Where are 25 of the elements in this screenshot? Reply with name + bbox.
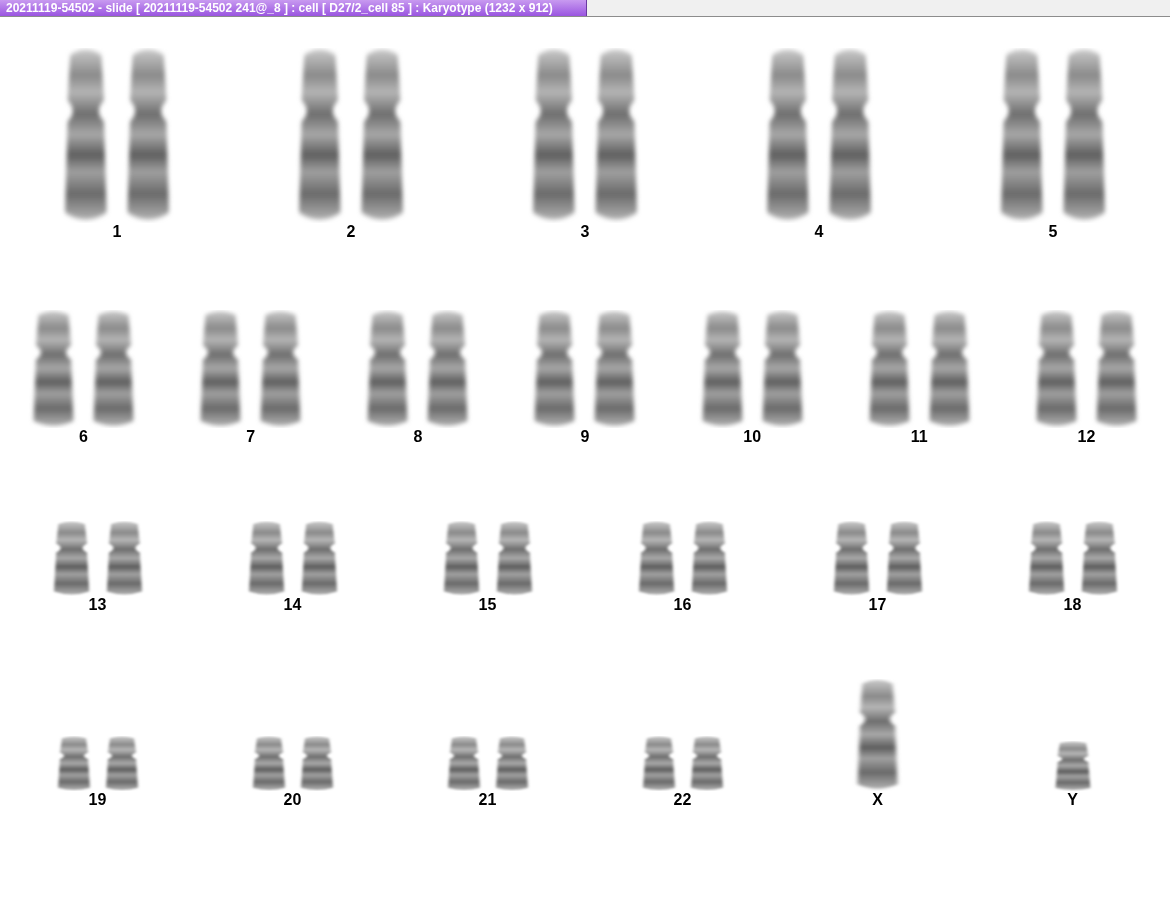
chromosome-label: 6 [79,428,88,446]
window-title: 20211119-54502 - slide [ 20211119-54502 241@_8 ] : cell [ D27/2_cell 85 ] : Karyotype (1232 x 912) [0,0,587,16]
chromosome-label: 16 [673,596,692,614]
chromosome-label: 18 [1063,596,1082,614]
chromosome-label: 12 [1077,428,1096,446]
chromosome-label: X [872,791,883,809]
chromosome-label: 15 [478,596,497,614]
chromosome-label: 2 [346,223,356,241]
chromosome-label: 11 [910,428,928,446]
chromosome-label: 8 [413,428,423,446]
chromosome-label: 1 [112,223,122,241]
chromosome-label: 14 [283,596,302,614]
chromosome-label: 22 [673,791,692,809]
chromosome-label: 7 [246,428,256,446]
chromosome-label: Y [1067,791,1078,809]
chromosome-label: 5 [1048,223,1058,241]
chromosome-label: 19 [88,791,107,809]
chromosome-label: 21 [478,791,497,809]
chromosome-label: 13 [88,596,107,614]
chromosome-label: 10 [743,428,762,446]
chromosome-label: 4 [814,223,824,241]
chromosome-label: 17 [868,596,887,614]
chromosome-label: 9 [580,428,590,446]
chromosome-label: 3 [580,223,590,241]
chromosome-label: 20 [283,791,302,809]
